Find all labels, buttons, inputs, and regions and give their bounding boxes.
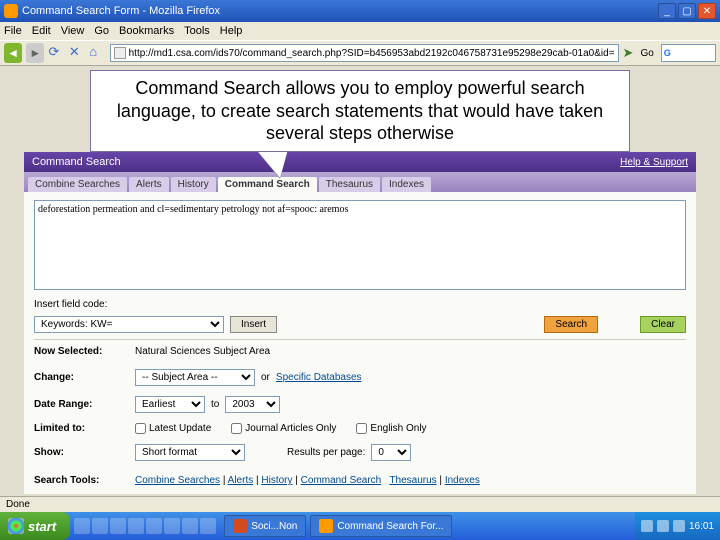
menu-file[interactable]: File [4,25,22,37]
powerpoint-icon [233,519,247,533]
command-textarea[interactable]: deforestation permeation and cl=sediment… [34,200,686,290]
system-tray: 16:01 [635,512,720,540]
taskbar-item-ppt[interactable]: Soci...Non [224,515,306,537]
field-code-select[interactable]: Keywords: KW= [34,316,224,333]
tab-history[interactable]: History [171,177,216,192]
tab-thesaurus[interactable]: Thesaurus [319,177,380,192]
navigation-toolbar: ◄ ► ⟳ ✕ ⌂ http://md1.csa.com/ids70/comma… [0,40,720,66]
specific-databases-link[interactable]: Specific Databases [276,372,362,383]
windows-logo-icon [8,518,24,534]
insert-button[interactable]: Insert [230,316,277,333]
tool-command-link[interactable]: Command Search [301,475,382,486]
tab-combine[interactable]: Combine Searches [28,177,127,192]
page-icon [114,47,126,59]
to-label: to [211,399,219,410]
menu-view[interactable]: View [61,25,85,37]
search-button[interactable]: Search [544,316,598,333]
ql-icon[interactable] [92,518,108,534]
show-format-select[interactable]: Short format [135,444,245,461]
go-button[interactable]: Go [637,48,656,59]
page-header: Command Search Help & Support [24,152,696,172]
back-button[interactable]: ◄ [4,43,22,63]
tab-command-search[interactable]: Command Search [218,177,317,192]
url-bar[interactable]: http://md1.csa.com/ids70/command_search.… [110,44,619,62]
tabs-bar: Combine Searches Alerts History Command … [24,172,696,192]
ql-icon[interactable] [164,518,180,534]
window-titlebar: Command Search Form - Mozilla Firefox _ … [0,0,720,22]
results-per-page-label: Results per page: [287,447,365,458]
content-area: Command Search allows you to employ powe… [0,66,720,496]
tab-alerts[interactable]: Alerts [129,177,169,192]
menu-go[interactable]: Go [94,25,109,37]
menu-bookmarks[interactable]: Bookmarks [119,25,174,37]
database-page: Command Search Help & Support Combine Se… [24,152,696,494]
minimize-button[interactable]: _ [658,3,676,19]
ql-icon[interactable] [182,518,198,534]
tray-icon[interactable] [641,520,653,532]
tool-history-link[interactable]: History [261,475,292,486]
search-form: deforestation permeation and cl=sediment… [24,192,696,494]
insert-field-label: Insert field code: [34,299,107,310]
forward-button[interactable]: ► [26,43,44,63]
tray-icon[interactable] [657,520,669,532]
ql-icon[interactable] [200,518,216,534]
ql-icon[interactable] [146,518,162,534]
date-range-label: Date Range: [34,399,129,410]
journal-only-checkbox[interactable]: Journal Articles Only [231,423,336,434]
clock: 16:01 [689,521,714,532]
url-text: http://md1.csa.com/ids70/command_search.… [129,48,615,59]
maximize-button[interactable]: ▢ [678,3,696,19]
show-label: Show: [34,447,129,458]
date-to-select[interactable]: 2003 [225,396,280,413]
results-per-page-select[interactable]: 0 [371,444,411,461]
ql-icon[interactable] [128,518,144,534]
search-box[interactable]: G [661,44,716,62]
tool-alerts-link[interactable]: Alerts [228,475,254,486]
tool-thesaurus-link[interactable]: Thesaurus [389,475,436,486]
search-tools-label: Search Tools: [34,475,129,486]
status-text: Done [6,499,30,510]
menu-bar: File Edit View Go Bookmarks Tools Help [0,22,720,40]
start-button[interactable]: start [0,512,70,540]
tool-combine-link[interactable]: Combine Searches [135,475,220,486]
change-label: Change: [34,372,129,383]
now-selected-label: Now Selected: [34,346,129,357]
firefox-icon [319,519,333,533]
page-title: Command Search [32,156,121,168]
window-title: Command Search Form - Mozilla Firefox [22,5,220,17]
taskbar-item-firefox[interactable]: Command Search For... [310,515,452,537]
ql-icon[interactable] [74,518,90,534]
go-icon[interactable]: ➤ [623,45,634,61]
ql-icon[interactable] [110,518,126,534]
menu-edit[interactable]: Edit [32,25,51,37]
help-link[interactable]: Help & Support [620,157,688,168]
google-icon: G [664,48,675,59]
tab-indexes[interactable]: Indexes [382,177,431,192]
clear-button[interactable]: Clear [640,316,686,333]
now-selected-value: Natural Sciences Subject Area [135,346,270,357]
english-only-checkbox[interactable]: English Only [356,423,426,434]
menu-help[interactable]: Help [220,25,243,37]
close-button[interactable]: ✕ [698,3,716,19]
limited-to-label: Limited to: [34,423,129,434]
stop-button[interactable]: ✕ [69,44,85,62]
menu-tools[interactable]: Tools [184,25,210,37]
firefox-icon [4,4,18,18]
tray-icon[interactable] [673,520,685,532]
windows-taskbar: start Soci...Non Command Search For... 1… [0,512,720,540]
or-label: or [261,372,270,383]
home-button[interactable]: ⌂ [89,44,105,62]
tool-indexes-link[interactable]: Indexes [445,475,480,486]
change-select[interactable]: -- Subject Area -- [135,369,255,386]
reload-button[interactable]: ⟳ [48,44,64,62]
quick-launch [70,518,220,534]
latest-update-checkbox[interactable]: Latest Update [135,423,211,434]
annotation-callout: Command Search allows you to employ powe… [90,70,630,152]
date-from-select[interactable]: Earliest [135,396,205,413]
